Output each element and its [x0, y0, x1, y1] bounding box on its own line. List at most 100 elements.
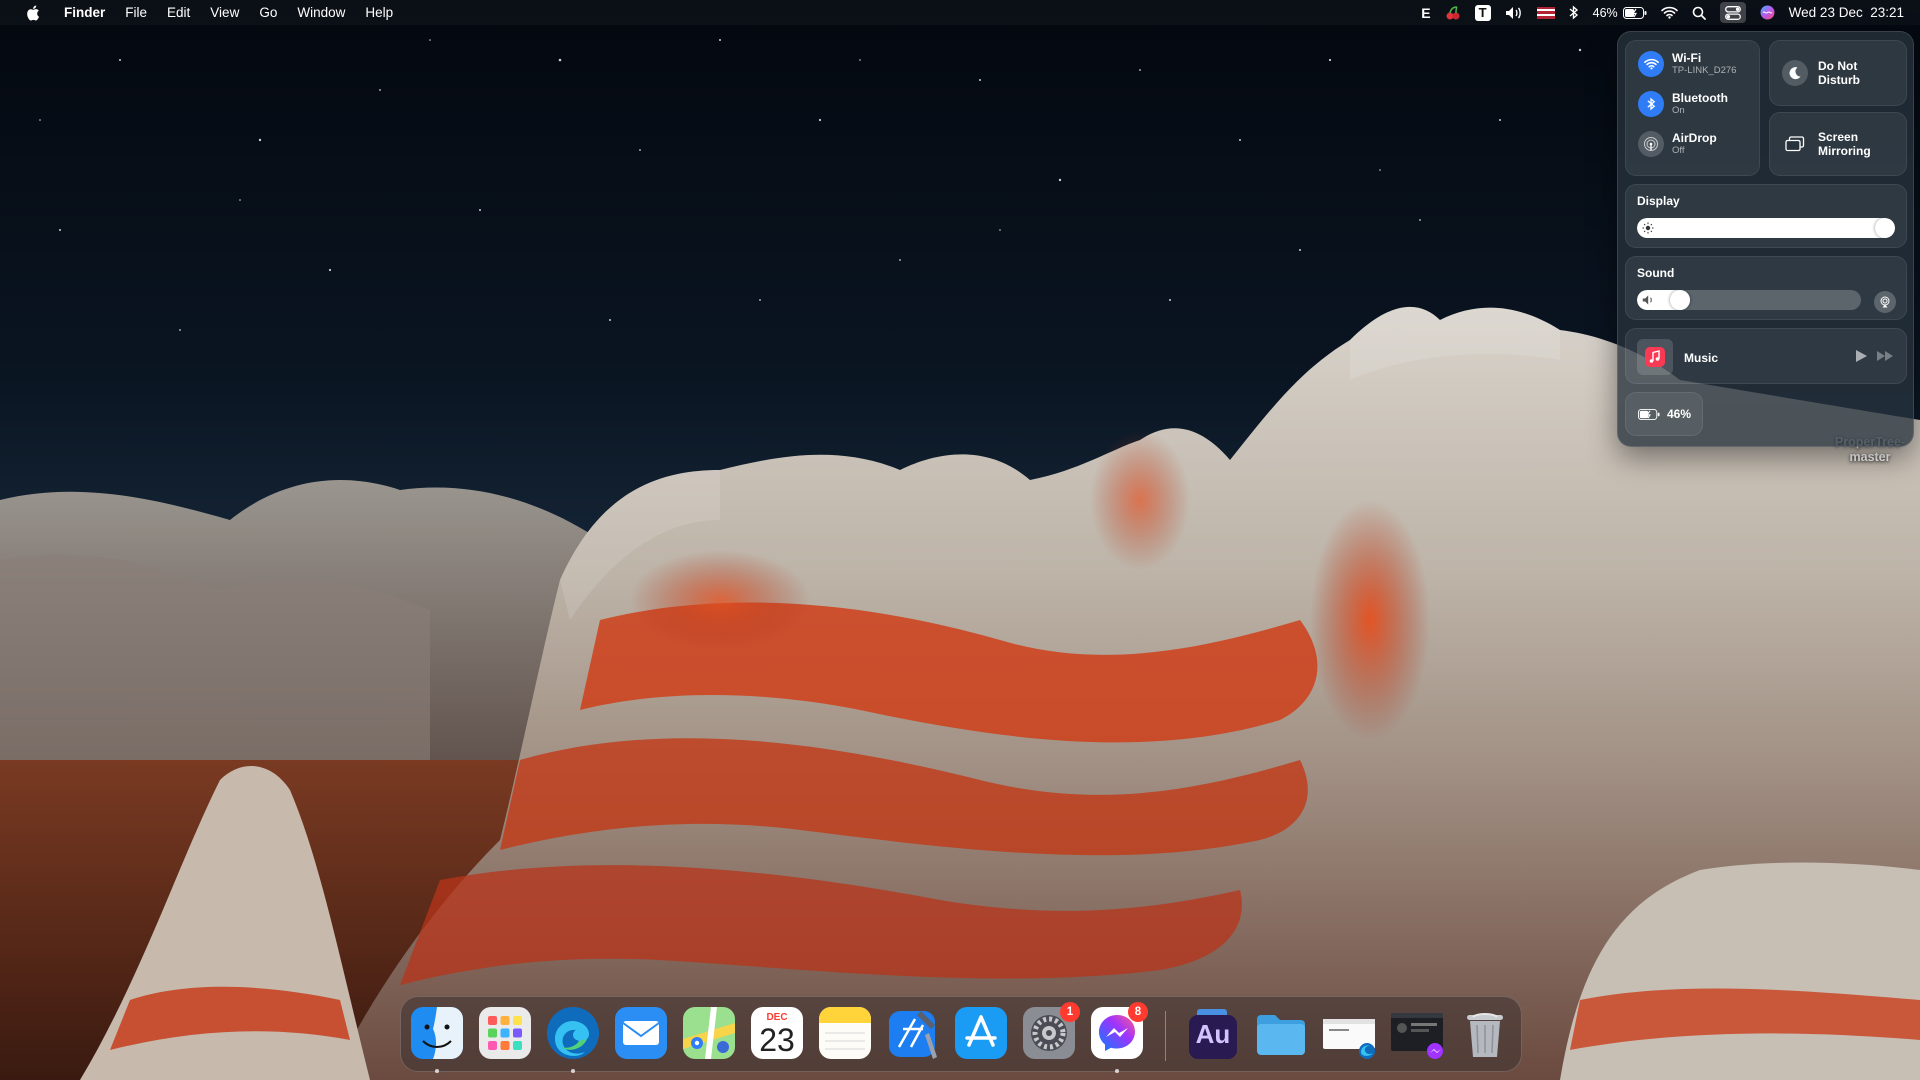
battery-icon	[1622, 6, 1647, 19]
dock-notes[interactable]	[817, 1005, 873, 1061]
bluetooth-toggle[interactable]: Bluetooth On	[1638, 91, 1728, 117]
sound-label: Sound	[1637, 266, 1675, 280]
wifi-title: Wi-Fi	[1672, 51, 1702, 65]
display-module: Display	[1625, 184, 1907, 248]
menu-view[interactable]: View	[200, 0, 249, 25]
bluetooth-status: On	[1672, 105, 1685, 116]
spotlight-search-icon[interactable]	[1692, 0, 1706, 25]
wifi-toggle[interactable]: Wi-Fi TP-LINK_D276	[1638, 51, 1736, 77]
airdrop-status: Off	[1672, 145, 1685, 156]
dock: DEC 23 1 8 Au	[400, 996, 1522, 1073]
speaker-icon	[1642, 295, 1652, 305]
bluetooth-icon[interactable]	[1569, 0, 1579, 25]
dock-messenger[interactable]: 8	[1089, 1002, 1148, 1073]
now-playing-module[interactable]: Music	[1625, 328, 1907, 384]
sound-module: Sound	[1625, 256, 1907, 320]
menu-bar-clock[interactable]: Wed 23 Dec 23:21	[1789, 0, 1904, 25]
airplay-icon	[1880, 296, 1890, 308]
notification-badge: 8	[1128, 1002, 1148, 1022]
connectivity-module: Wi-Fi TP-LINK_D276 Bluetooth On AirDrop …	[1625, 40, 1760, 176]
dock-trash[interactable]	[1457, 1005, 1513, 1061]
menu-bar-left: Finder File Edit View Go Window Help	[0, 0, 403, 25]
keyboard-layout-icon[interactable]: E	[1421, 0, 1430, 25]
minimized-window-thumbnail	[1323, 1019, 1375, 1059]
dock-applications-folder[interactable]	[1253, 1005, 1309, 1061]
text-expander-icon[interactable]: T	[1474, 0, 1491, 25]
keyboard-layout-letter: E	[1421, 4, 1431, 21]
airdrop-title: AirDrop	[1672, 131, 1717, 145]
control-center-icon[interactable]	[1719, 2, 1746, 23]
cherry-app-icon[interactable]	[1445, 0, 1461, 25]
app-store-icon	[955, 1007, 1007, 1059]
menu-help[interactable]: Help	[355, 0, 403, 25]
dock-minimized-messenger-window[interactable]	[1389, 1005, 1445, 1061]
dock-launchpad[interactable]	[477, 1005, 533, 1061]
wifi-icon	[1638, 51, 1664, 77]
trash-icon	[1467, 1013, 1503, 1057]
airdrop-icon	[1638, 131, 1664, 157]
do-not-disturb-label-line1: Do Not	[1818, 59, 1858, 73]
battery-status[interactable]: 46%	[1593, 0, 1647, 25]
notes-icon	[819, 1007, 871, 1059]
screen-mirroring-icon	[1782, 131, 1808, 157]
launchpad-icon	[479, 1007, 531, 1059]
volume-icon[interactable]	[1505, 0, 1523, 25]
desktop-folder-label-line2: master	[1849, 450, 1891, 464]
dock-mail[interactable]	[613, 1005, 669, 1061]
control-center-panel: Wi-Fi TP-LINK_D276 Bluetooth On AirDrop …	[1617, 31, 1914, 447]
moon-icon	[1782, 60, 1808, 86]
audition-icon-label: Au	[1195, 1019, 1231, 1049]
menu-bar: Finder File Edit View Go Window Help E T…	[0, 0, 1920, 25]
volume-slider[interactable]	[1637, 290, 1861, 310]
dock-app-store[interactable]	[953, 1005, 1009, 1061]
edge-browser-icon	[547, 1007, 599, 1059]
brightness-slider[interactable]	[1637, 218, 1895, 238]
running-indicator	[435, 1069, 439, 1073]
screen-mirroring-label: Screen Mirroring	[1818, 130, 1871, 158]
wifi-icon[interactable]	[1660, 0, 1678, 25]
dock-xcode[interactable]	[885, 1005, 941, 1061]
airdrop-toggle[interactable]: AirDrop Off	[1638, 131, 1717, 157]
volume-slider-knob[interactable]	[1669, 290, 1690, 310]
menu-bar-status-area: E T 46% Wed 23 Dec 23:21	[1421, 0, 1920, 25]
running-indicator	[1115, 1069, 1119, 1073]
folder-icon	[1257, 1015, 1305, 1055]
notification-badge: 1	[1060, 1002, 1080, 1022]
battery-percent-text: 46%	[1592, 5, 1618, 20]
menu-file[interactable]: File	[115, 0, 157, 25]
battery-module[interactable]: 46%	[1625, 392, 1703, 436]
do-not-disturb-label-line2: Disturb	[1818, 73, 1860, 87]
screen-mirroring-label-line2: Mirroring	[1818, 144, 1871, 158]
minimized-window-thumbnail	[1391, 1013, 1443, 1059]
menu-edit[interactable]: Edit	[157, 0, 200, 25]
maps-icon	[683, 1007, 735, 1059]
screen-mirroring-button[interactable]: Screen Mirroring	[1769, 112, 1907, 176]
finder-icon	[411, 1007, 463, 1059]
dock-microsoft-edge[interactable]	[545, 1005, 601, 1073]
dock-calendar[interactable]: DEC 23	[749, 1005, 805, 1061]
wifi-network-name: TP-LINK_D276	[1672, 65, 1737, 76]
battery-level-text: 46%	[1667, 407, 1692, 421]
running-indicator	[571, 1069, 575, 1073]
dock-maps[interactable]	[681, 1005, 737, 1061]
menu-app-name[interactable]: Finder	[54, 0, 115, 25]
play-icon[interactable]	[1854, 349, 1868, 368]
do-not-disturb-toggle[interactable]: Do Not Disturb	[1769, 40, 1907, 106]
dock-adobe-audition[interactable]: Au	[1185, 1005, 1241, 1061]
music-app-icon	[1637, 339, 1673, 375]
siri-icon[interactable]	[1760, 0, 1775, 25]
apple-logo-icon[interactable]	[20, 0, 54, 25]
now-playing-title: Music	[1684, 351, 1719, 365]
input-source-flag-icon[interactable]	[1536, 0, 1555, 25]
menu-go[interactable]: Go	[249, 0, 287, 25]
xcode-icon	[889, 1011, 937, 1059]
fast-forward-icon[interactable]	[1876, 349, 1894, 368]
mail-icon	[615, 1007, 667, 1059]
brightness-slider-knob[interactable]	[1875, 218, 1895, 238]
dock-finder[interactable]	[409, 1005, 465, 1073]
airplay-audio-button[interactable]	[1874, 291, 1896, 313]
do-not-disturb-label: Do Not Disturb	[1818, 59, 1860, 87]
menu-window[interactable]: Window	[287, 0, 355, 25]
dock-minimized-window[interactable]	[1321, 1005, 1377, 1061]
dock-system-preferences[interactable]: 1	[1021, 1002, 1080, 1061]
